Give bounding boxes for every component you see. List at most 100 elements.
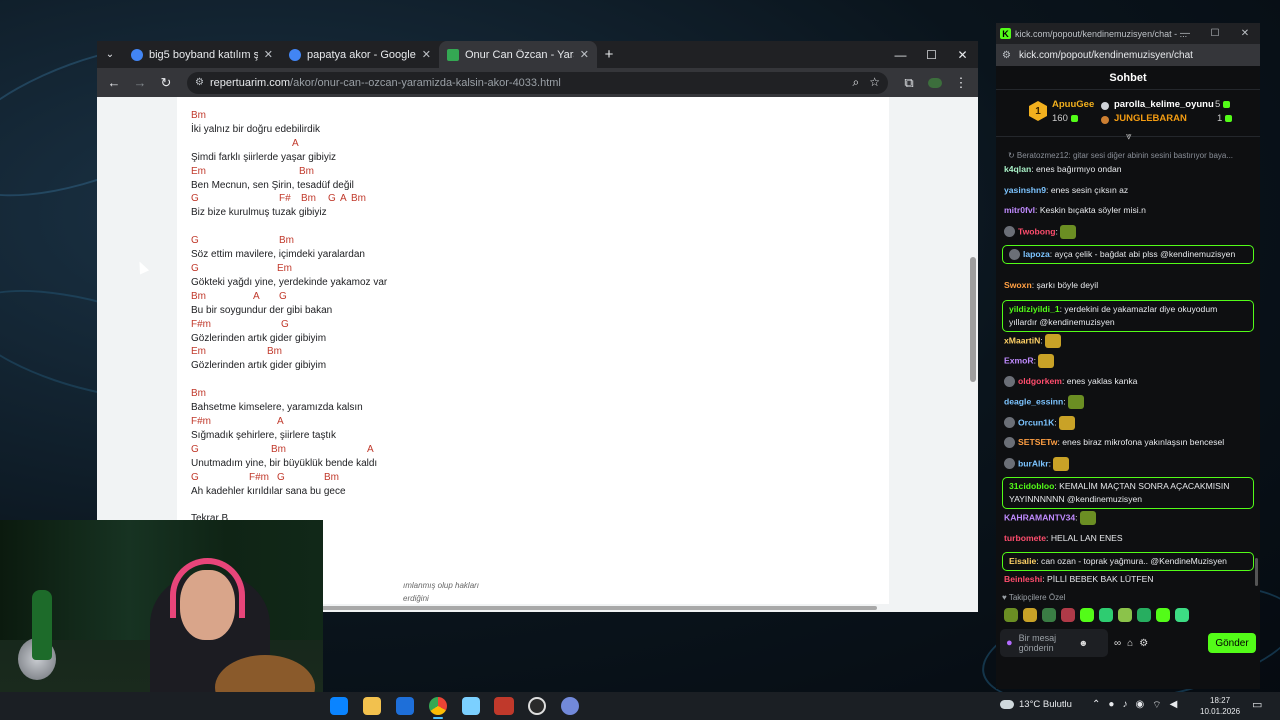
site-info-icon[interactable]: ⚙	[195, 77, 204, 88]
chat-username[interactable]: xMaartiN	[1004, 335, 1040, 345]
chat-username[interactable]: burAlkr	[1018, 458, 1049, 468]
chord[interactable]: F#m	[249, 472, 269, 484]
bookmark-star-icon[interactable]: ☆	[869, 75, 880, 90]
tab-google-search-2[interactable]: papatya akor - Google'da Ara ✕	[281, 41, 439, 68]
weather-widget[interactable]: 13°C Bulutlu	[1000, 699, 1072, 710]
chord[interactable]: Em	[277, 263, 292, 275]
tab-google-search-1[interactable]: big5 boyband katılım şartları - G ✕	[123, 41, 281, 68]
chord[interactable]: A	[340, 193, 347, 205]
chord[interactable]: Em	[191, 346, 206, 358]
chat-message[interactable]: Orcun1K:	[1004, 415, 1256, 430]
chord[interactable]: G	[279, 291, 287, 303]
emote-icon[interactable]	[1004, 608, 1018, 622]
forward-arrow-icon[interactable]: →	[129, 72, 151, 94]
chat-message[interactable]: mitr0fvl: Keskin bıçakta söyler misi.n	[1004, 204, 1256, 217]
chord[interactable]: G	[191, 235, 199, 247]
chat-username[interactable]: turbomete	[1004, 533, 1046, 543]
vertical-scrollbar[interactable]	[968, 97, 978, 606]
emote-icon[interactable]	[1137, 608, 1151, 622]
chrome-icon[interactable]	[429, 697, 447, 715]
file-explorer-icon[interactable]	[363, 697, 381, 715]
speaker-icon[interactable]: ♪	[1122, 699, 1127, 712]
start-icon[interactable]	[330, 697, 348, 715]
chat-username[interactable]: SETSETw	[1018, 437, 1057, 447]
voice-app-icon[interactable]	[494, 697, 514, 715]
chat-message[interactable]: lapoza: ayça çelik - bağdat abi plss @ke…	[1002, 245, 1254, 264]
chord[interactable]: G	[281, 319, 289, 331]
chat-message[interactable]: Swoxn: şarkı böyle deyil	[1004, 279, 1256, 292]
chord[interactable]: A	[277, 416, 284, 428]
chord[interactable]: Bm	[351, 193, 366, 205]
vertical-scroll-thumb[interactable]	[970, 257, 976, 382]
chat-username[interactable]: k4qlan	[1004, 164, 1031, 174]
chord[interactable]: G	[191, 444, 199, 456]
chat-message[interactable]: Beinleshi: PİLLİ BEBEK BAK LÜTFEN	[1004, 573, 1256, 586]
chat-username[interactable]: mitr0fvl	[1004, 205, 1035, 215]
system-clock[interactable]: 18:27 10.01.2026	[1200, 695, 1240, 717]
chat-username[interactable]: Beinleshi	[1004, 574, 1042, 584]
chat-message[interactable]: ExmoR:	[1004, 354, 1256, 368]
minimize-button[interactable]: —	[1170, 23, 1200, 44]
kick-url-bar[interactable]: ⚙ kick.com/popout/kendinemuzisyen/chat	[996, 44, 1260, 66]
chat-username[interactable]: ExmoR	[1004, 355, 1034, 365]
emote-icon[interactable]	[1175, 608, 1189, 622]
zoom-icon[interactable]: ⌕	[853, 75, 860, 90]
emoji-icon[interactable]: ☻	[1079, 638, 1088, 648]
wifi-icon[interactable]: ⌔	[1152, 699, 1161, 712]
chat-username[interactable]: Eisalie	[1009, 556, 1036, 566]
chat-message[interactable]: Twobong:	[1004, 224, 1256, 239]
chord[interactable]: Bm	[301, 193, 316, 205]
store-icon[interactable]: ⌂	[1127, 638, 1133, 649]
chord[interactable]: G	[191, 193, 199, 205]
chevron-up-icon[interactable]: ⌃	[1092, 699, 1100, 712]
emote-icon[interactable]	[1118, 608, 1132, 622]
chat-message[interactable]: burAlkr:	[1004, 456, 1256, 471]
minimize-button[interactable]: —	[885, 41, 916, 68]
tune-icon[interactable]: ⚙	[1002, 50, 1011, 61]
tab-close-icon[interactable]: ✕	[580, 48, 589, 61]
chat-username[interactable]: Swoxn	[1004, 280, 1032, 290]
chord[interactable]: A	[253, 291, 260, 303]
chat-message[interactable]: yildiziyildi_1: yerdekini de yakamazlar …	[1002, 299, 1254, 332]
address-bar[interactable]: ⚙ repertuarim.com/akor/onur-can--ozcan-y…	[187, 71, 888, 94]
chord[interactable]: G	[191, 263, 199, 275]
chat-username[interactable]: lapoza	[1023, 249, 1050, 259]
chat-message-input[interactable]: ● Bir mesaj gönderin ☻	[1000, 629, 1108, 657]
chord[interactable]: G	[191, 472, 199, 484]
new-tab-button[interactable]: +	[597, 41, 621, 68]
tab-close-icon[interactable]: ✕	[422, 48, 431, 61]
chat-username[interactable]: 31cidobloo	[1009, 481, 1054, 491]
expand-chevron-icon[interactable]: ⩔	[1126, 131, 1132, 142]
tab-repertuarim[interactable]: Onur Can Özcan - Yaramızda Ka ✕	[439, 41, 597, 68]
chat-username[interactable]: KAHRAMANTV34	[1004, 512, 1075, 522]
notification-icon[interactable]: ▭	[1252, 698, 1262, 711]
extensions-icon[interactable]: ⧉	[898, 72, 920, 94]
chat-username[interactable]: oldgorkem	[1018, 376, 1062, 386]
chat-message[interactable]: 31cidobloo: KEMALİM MAÇTAN SONRA AÇACAKM…	[1002, 477, 1254, 509]
reload-icon[interactable]: ↻	[155, 72, 177, 94]
chat-message[interactable]: SETSETw: enes biraz mikrofona yakınlaşsı…	[1004, 436, 1256, 449]
mail-icon[interactable]	[396, 697, 414, 715]
chord[interactable]: Bm	[324, 472, 339, 484]
emote-icon[interactable]	[1080, 608, 1094, 622]
menu-kebab-icon[interactable]: ⋮	[950, 72, 972, 94]
close-window-button[interactable]: ✕	[1230, 23, 1260, 44]
send-button[interactable]: Gönder	[1208, 633, 1256, 653]
chord[interactable]: Bm	[299, 166, 314, 178]
chat-message[interactable]: k4qlan: enes bağırmıyo ondan	[1004, 163, 1256, 176]
notepad-icon[interactable]	[462, 697, 480, 715]
emote-icon[interactable]	[1099, 608, 1113, 622]
chord[interactable]: G	[328, 193, 336, 205]
settings-gear-icon[interactable]: ⚙	[1139, 638, 1148, 649]
emote-icon[interactable]	[1061, 608, 1075, 622]
chat-username[interactable]: yildiziyildi_1	[1009, 304, 1060, 314]
emote-icon[interactable]	[1023, 608, 1037, 622]
chat-message[interactable]: deagle_essinn:	[1004, 395, 1256, 409]
chord[interactable]: Bm	[191, 291, 206, 303]
chord[interactable]: Em	[191, 166, 206, 178]
chord[interactable]: A	[367, 444, 374, 456]
tab-close-icon[interactable]: ✕	[264, 48, 273, 61]
volume-icon[interactable]: ◀	[1170, 699, 1178, 712]
chat-message[interactable]: yasinshn9: enes sesin çıksın az	[1004, 184, 1256, 197]
chat-scrollbar[interactable]	[1255, 558, 1258, 586]
